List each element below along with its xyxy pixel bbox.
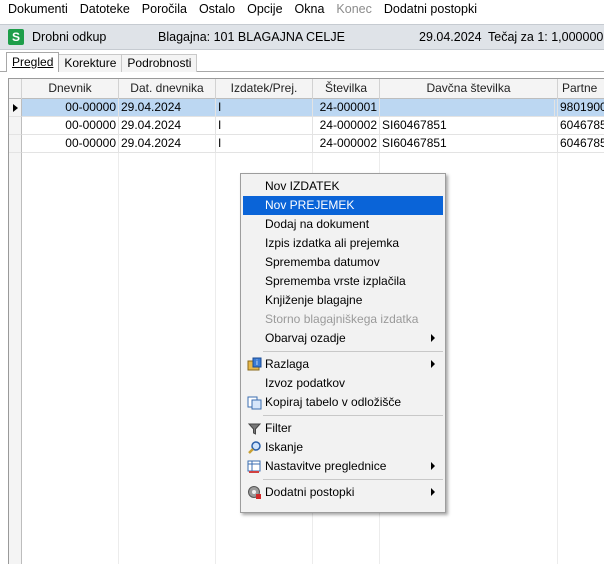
search-icon <box>248 441 261 454</box>
menu-item-razlaga[interactable]: i Razlaga <box>243 355 443 374</box>
cell-datum[interactable]: 29.04.2024 <box>119 117 216 135</box>
menu-konec: Konec <box>336 2 372 16</box>
app-icon: S <box>8 29 24 45</box>
cell-partner[interactable]: 6046785 <box>558 117 604 135</box>
svg-text:i: i <box>256 359 258 367</box>
menu-item-sprememba-datumov[interactable]: Sprememba datumov <box>243 253 443 272</box>
menu-okna[interactable]: Okna <box>289 0 331 20</box>
menu-separator <box>263 479 443 480</box>
context-menu: Nov IZDATEK Nov PREJEMEK Dodaj na dokume… <box>240 173 446 513</box>
menu-bar: Dokumenti Datoteke Poročila Ostalo Opcij… <box>0 0 604 20</box>
cell-stevilka[interactable]: 24-000002 <box>313 135 380 153</box>
gear-icon <box>248 486 261 499</box>
cell-davcna[interactable]: SI60467851 <box>380 117 558 135</box>
tab-strip: Pregled Korekture Podrobnosti <box>6 52 198 72</box>
column-header-dat-dnevnika[interactable]: Dat. dnevnika <box>119 79 216 99</box>
menu-item-dodaj-na-dokument[interactable]: Dodaj na dokument <box>243 215 443 234</box>
menu-item-izvoz[interactable]: Izvoz podatkov <box>243 374 443 393</box>
menu-dokumenti[interactable]: Dokumenti <box>2 0 74 20</box>
submenu-arrow-icon <box>431 334 435 342</box>
menu-datoteke[interactable]: Datoteke <box>74 0 136 20</box>
menu-item-nov-izdatek[interactable]: Nov IZDATEK <box>243 177 443 196</box>
menu-item-dodatni-postopki[interactable]: Dodatni postopki <box>243 483 443 502</box>
cell-dnevnik[interactable]: 00-00000 <box>22 135 119 153</box>
menu-item-sprememba-vrste[interactable]: Sprememba vrste izplačila <box>243 272 443 291</box>
window-title: Drobni odkup <box>32 30 107 44</box>
table-row[interactable]: 00-00000 29.04.2024 I 24-000002 SI604678… <box>9 117 604 135</box>
cell-izdatek[interactable]: I <box>216 99 313 117</box>
cell-dnevnik[interactable]: 00-00000 <box>22 117 119 135</box>
row-indicator-header <box>9 79 22 99</box>
date-label: 29.04.2024 <box>419 30 482 44</box>
column-header-izdatek[interactable]: Izdatek/Prej. <box>216 79 313 99</box>
submenu-arrow-icon <box>431 488 435 496</box>
menu-item-iskanje[interactable]: Iskanje <box>243 438 443 457</box>
row-indicator <box>9 117 22 135</box>
menu-item-izpis[interactable]: Izpis izdatka ali prejemka <box>243 234 443 253</box>
cell-izdatek[interactable]: I <box>216 135 313 153</box>
cell-davcna[interactable]: SI60467851 <box>380 135 558 153</box>
table-row[interactable]: 00-00000 29.04.2024 I 24-000001 9801900 <box>9 99 604 117</box>
menu-item-nastavitve[interactable]: Nastavitve preglednice <box>243 457 443 476</box>
menu-opcije[interactable]: Opcije <box>241 0 288 20</box>
submenu-arrow-icon <box>431 360 435 368</box>
cell-dnevnik[interactable]: 00-00000 <box>22 99 119 117</box>
menu-ostalo[interactable]: Ostalo <box>193 0 241 20</box>
menu-item-knjizenje[interactable]: Knjiženje blagajne <box>243 291 443 310</box>
register-label: Blagajna: 101 BLAGAJNA CELJE <box>158 30 345 44</box>
column-header-dnevnik[interactable]: Dnevnik <box>22 79 119 99</box>
grid-header: Dnevnik Dat. dnevnika Izdatek/Prej. Štev… <box>9 79 604 99</box>
cell-partner[interactable]: 6046785 <box>558 135 604 153</box>
grid-rows: 00-00000 29.04.2024 I 24-000001 9801900 … <box>9 99 604 153</box>
cell-partner[interactable]: 9801900 <box>558 99 604 117</box>
submenu-arrow-icon <box>431 462 435 470</box>
tab-pregled[interactable]: Pregled <box>6 52 60 72</box>
menu-item-storno: Storno blagajniškega izdatka <box>265 312 419 326</box>
folder-info-icon: i <box>247 357 262 371</box>
exchange-rate-label: Tečaj za 1: 1,000000 <box>488 30 604 44</box>
menu-separator <box>263 415 443 416</box>
row-pointer-icon <box>13 104 18 112</box>
menu-item-kopiraj-tabelo[interactable]: Kopiraj tabelo v odložišče <box>243 393 443 412</box>
cell-datum[interactable]: 29.04.2024 <box>119 135 216 153</box>
cell-datum[interactable]: 29.04.2024 <box>119 99 216 117</box>
table-settings-icon <box>247 460 261 473</box>
row-indicator <box>9 135 22 153</box>
menu-separator <box>263 351 443 352</box>
tab-podrobnosti[interactable]: Podrobnosti <box>121 54 198 72</box>
current-row-indicator <box>9 99 22 117</box>
cell-izdatek[interactable]: I <box>216 117 313 135</box>
menu-item-filter[interactable]: Filter <box>243 419 443 438</box>
window-title-bar: S Drobni odkup Blagajna: 101 BLAGAJNA CE… <box>0 24 604 50</box>
column-header-stevilka[interactable]: Številka <box>313 79 380 99</box>
cell-stevilka[interactable]: 24-000002 <box>313 117 380 135</box>
column-header-partner[interactable]: Partne <box>558 79 604 99</box>
menu-dodatni-postopki[interactable]: Dodatni postopki <box>378 0 483 20</box>
filter-icon <box>247 423 262 435</box>
menu-porocila[interactable]: Poročila <box>136 0 193 20</box>
column-header-davcna[interactable]: Davčna številka <box>380 79 558 99</box>
cell-stevilka[interactable]: 24-000001 <box>313 99 380 117</box>
tab-korekture[interactable]: Korekture <box>58 54 123 72</box>
table-row[interactable]: 00-00000 29.04.2024 I 24-000002 SI604678… <box>9 135 604 153</box>
menu-item-obarvaj-ozadje[interactable]: Obarvaj ozadje <box>243 329 443 348</box>
cell-davcna[interactable] <box>382 100 555 116</box>
copy-table-icon <box>247 396 262 410</box>
cell-davcna-editing[interactable] <box>380 99 558 117</box>
menu-item-nov-prejemek[interactable]: Nov PREJEMEK <box>243 196 443 215</box>
